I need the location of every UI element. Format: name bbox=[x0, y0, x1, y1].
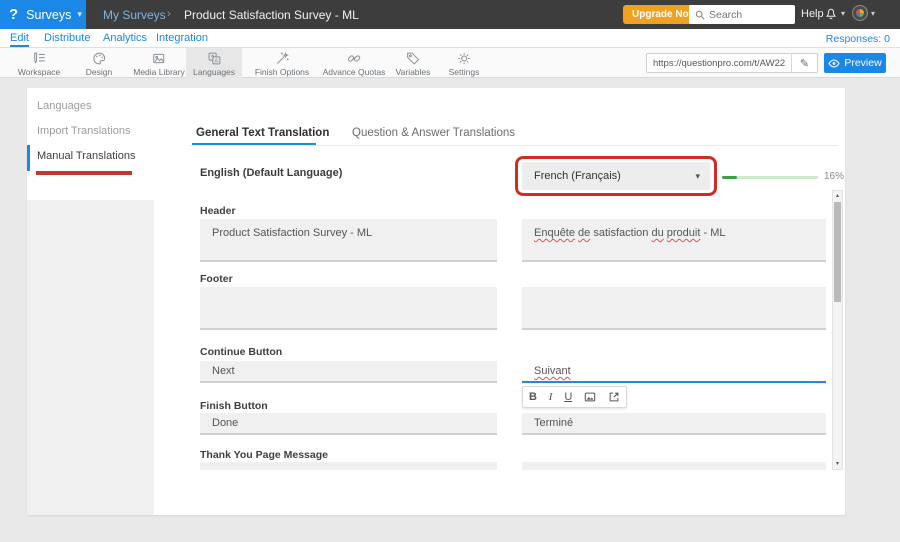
breadcrumb-survey-title: Product Satisfaction Survey - ML bbox=[184, 8, 359, 22]
primary-nav: Edit Distribute Analytics Integration Re… bbox=[0, 29, 900, 48]
continue-translation-field[interactable]: Suivant bbox=[522, 361, 826, 383]
svg-text:A: A bbox=[214, 58, 218, 64]
notifications-menu[interactable]: ▾ bbox=[824, 6, 845, 21]
bold-button[interactable]: B bbox=[529, 387, 537, 407]
search-icon bbox=[695, 10, 705, 20]
image-icon bbox=[152, 51, 167, 66]
source-language-label: English (Default Language) bbox=[200, 167, 342, 179]
bell-icon bbox=[824, 6, 838, 21]
breadcrumb-separator-icon: › bbox=[167, 8, 171, 20]
header-translation-field[interactable]: Enquête de satisfaction du produit - ML bbox=[522, 219, 826, 262]
finish-source-field[interactable]: Done bbox=[200, 413, 497, 435]
tab-general-text-translation[interactable]: General Text Translation bbox=[196, 127, 329, 139]
sidebar-item-import-translations[interactable]: Import Translations bbox=[27, 119, 154, 144]
page-background: Languages Import Translations Manual Tra… bbox=[0, 78, 900, 542]
chevron-down-icon: ▾ bbox=[77, 9, 82, 20]
product-name: Surveys bbox=[26, 8, 71, 22]
insert-link-button[interactable] bbox=[608, 391, 620, 403]
breadcrumb-my-surveys[interactable]: My Surveys bbox=[103, 8, 166, 22]
questionpro-logo-icon: ? bbox=[9, 6, 18, 23]
rich-text-format-toolbar: B I U bbox=[522, 386, 627, 408]
preview-button[interactable]: Preview bbox=[824, 53, 886, 73]
active-item-indicator bbox=[27, 145, 30, 171]
thank-you-source-field[interactable] bbox=[200, 462, 497, 470]
insert-image-button[interactable] bbox=[584, 391, 596, 403]
palette-icon bbox=[92, 51, 107, 66]
annotation-red-highlight-box bbox=[515, 156, 717, 196]
sidebar-item-manual-translations[interactable]: Manual Translations bbox=[27, 144, 154, 169]
nav-distribute[interactable]: Distribute bbox=[44, 32, 90, 44]
survey-url-input[interactable] bbox=[647, 58, 791, 69]
tabs-divider bbox=[190, 145, 838, 146]
chain-link-icon bbox=[346, 51, 361, 66]
annotation-red-underline bbox=[36, 171, 132, 175]
field-label-finish-button: Finish Button bbox=[200, 400, 268, 412]
global-search[interactable] bbox=[689, 5, 795, 24]
tool-settings[interactable]: Settings bbox=[442, 48, 487, 78]
nav-analytics[interactable]: Analytics bbox=[103, 32, 147, 44]
field-label-header: Header bbox=[200, 205, 236, 217]
survey-url-box: ✎ bbox=[646, 53, 818, 73]
footer-source-field[interactable] bbox=[200, 287, 497, 330]
chevron-down-icon: ▾ bbox=[841, 9, 845, 18]
responses-count[interactable]: Responses: 0 bbox=[826, 33, 890, 45]
continue-source-field[interactable]: Next bbox=[200, 361, 497, 383]
settings-sidebar: Languages Import Translations Manual Tra… bbox=[27, 88, 154, 515]
edit-toolbar: Workspace Design Media Library bbox=[0, 48, 900, 78]
nav-integration[interactable]: Integration bbox=[156, 32, 208, 44]
footer-translation-field[interactable] bbox=[522, 287, 826, 330]
tab-question-answer-translations[interactable]: Question & Answer Translations bbox=[352, 127, 515, 139]
translation-progress-percent: 16% bbox=[824, 171, 844, 182]
nav-edit[interactable]: Edit bbox=[10, 32, 29, 47]
avatar bbox=[852, 5, 868, 21]
edit-url-pencil-icon[interactable]: ✎ bbox=[791, 54, 817, 72]
thank-you-translation-field[interactable] bbox=[522, 462, 826, 470]
tool-design[interactable]: Design bbox=[79, 48, 119, 78]
scrollbar-thumb[interactable] bbox=[834, 202, 841, 302]
underline-button[interactable]: U bbox=[564, 387, 572, 407]
manual-translations-content: General Text Translation Question & Answ… bbox=[154, 88, 845, 515]
translation-progress-bar bbox=[722, 176, 818, 179]
scrollbar-up-arrow[interactable]: ▴ bbox=[832, 191, 843, 201]
chevron-down-icon: ▾ bbox=[871, 9, 875, 18]
field-label-footer: Footer bbox=[200, 273, 233, 285]
italic-button[interactable]: I bbox=[549, 387, 553, 407]
eye-icon bbox=[828, 59, 840, 68]
scrollbar-down-arrow[interactable]: ▾ bbox=[832, 459, 843, 469]
translation-icon: A bbox=[206, 51, 221, 66]
finish-translation-field[interactable]: Terminé bbox=[522, 413, 826, 435]
tool-workspace[interactable]: Workspace bbox=[11, 48, 67, 78]
magic-wand-icon bbox=[275, 51, 290, 66]
top-bar: ? Surveys ▾ My Surveys › Product Satisfa… bbox=[0, 0, 900, 29]
product-switcher[interactable]: ? Surveys ▾ bbox=[0, 0, 86, 29]
tag-icon bbox=[406, 51, 421, 66]
search-input[interactable] bbox=[709, 9, 787, 21]
translations-panel: Languages Import Translations Manual Tra… bbox=[27, 88, 845, 515]
tool-languages[interactable]: A Languages bbox=[186, 48, 242, 78]
sidebar-item-languages[interactable]: Languages bbox=[27, 94, 154, 119]
workspace-icon bbox=[31, 51, 46, 66]
header-source-field[interactable]: Product Satisfaction Survey - ML bbox=[200, 219, 497, 262]
field-label-continue-button: Continue Button bbox=[200, 346, 282, 358]
tool-advance-quotas[interactable]: Advance Quotas bbox=[316, 48, 393, 78]
help-link[interactable]: Help bbox=[801, 8, 824, 20]
gear-icon bbox=[457, 51, 472, 66]
field-label-thank-you: Thank You Page Message bbox=[200, 449, 328, 461]
tool-finish-options[interactable]: Finish Options bbox=[248, 48, 316, 78]
translation-progress-fill bbox=[722, 176, 737, 179]
account-menu[interactable]: ▾ bbox=[852, 5, 875, 21]
tool-media-library[interactable]: Media Library bbox=[126, 48, 192, 78]
tool-variables[interactable]: Variables bbox=[389, 48, 438, 78]
